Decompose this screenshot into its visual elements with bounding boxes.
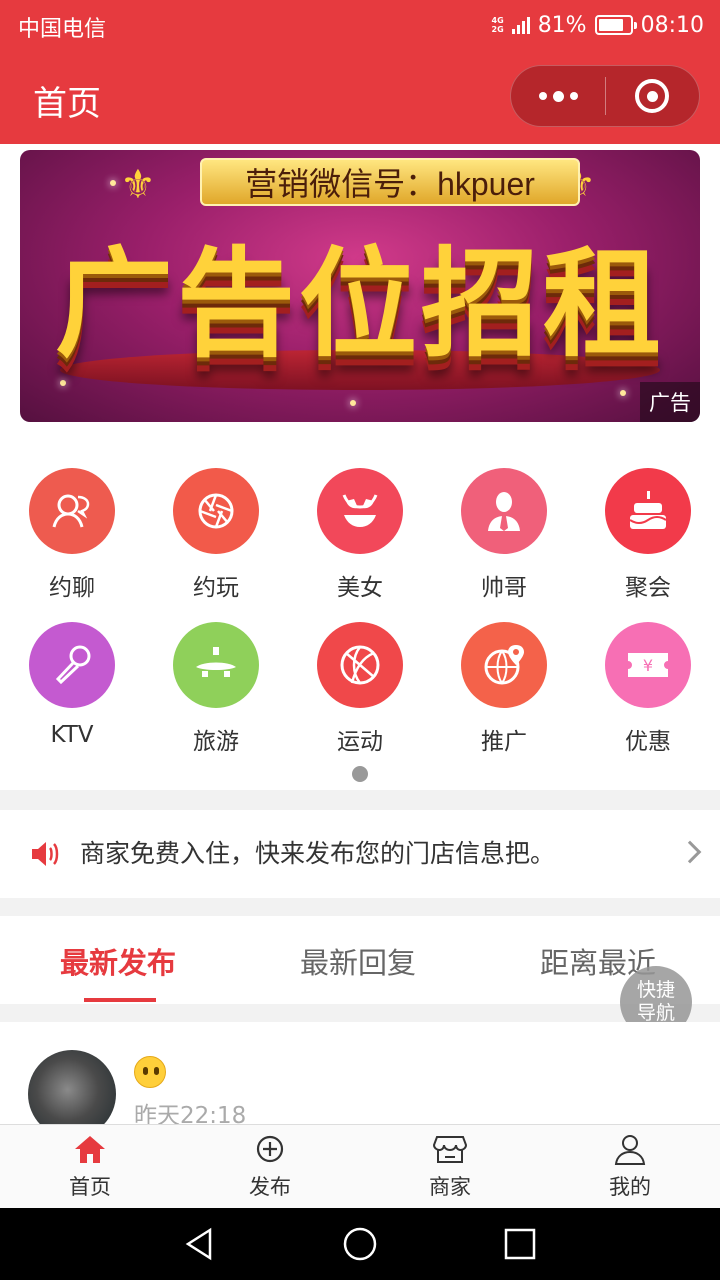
fleur-icon: ⚜ — [120, 162, 156, 208]
airplane-icon — [173, 622, 259, 708]
more-button[interactable] — [511, 66, 605, 126]
clock: 08:10 — [640, 12, 704, 38]
category-label: 运动 — [337, 729, 383, 755]
bikini-icon — [317, 468, 403, 554]
microphone-icon — [29, 622, 115, 708]
battery-percent: 81% — [537, 12, 587, 38]
category-item[interactable]: 旅游 — [144, 622, 288, 756]
notice-bar[interactable]: 商家免费入住，快来发布您的门店信息把。 — [0, 810, 720, 898]
close-mini-program-button[interactable] — [606, 66, 699, 126]
chat-person-icon — [29, 468, 115, 554]
mini-program-capsule — [510, 65, 700, 127]
ticket-yen-icon: ¥ — [605, 622, 691, 708]
category-item[interactable]: ¥ 优惠 — [576, 622, 720, 756]
signal-icon — [511, 16, 530, 34]
category-label: 约玩 — [193, 575, 239, 601]
user-icon — [614, 1135, 646, 1165]
target-icon — [635, 79, 670, 113]
page-indicator-dot[interactable] — [352, 766, 368, 782]
category-item[interactable]: 约聊 — [0, 468, 144, 602]
battery-icon — [594, 15, 637, 35]
banner-subtitle: 营销微信号：hkpuer — [200, 158, 580, 206]
category-item[interactable]: 运动 — [288, 622, 432, 756]
speaker-icon — [30, 840, 60, 872]
category-item[interactable]: 聚会 — [576, 468, 720, 602]
dot-icon — [569, 92, 578, 100]
bottom-tab-bar: 首页 发布 商家 我的 — [0, 1124, 720, 1208]
aperture-icon — [173, 468, 259, 554]
sparkle — [60, 380, 66, 386]
sparkle — [110, 180, 116, 186]
basketball-icon — [317, 622, 403, 708]
tab-latest[interactable]: 最新发布 — [60, 940, 176, 982]
back-icon[interactable] — [182, 1226, 218, 1262]
category-label: 旅游 — [193, 729, 239, 755]
category-item[interactable]: 推广 — [432, 622, 576, 756]
category-item[interactable]: 美女 — [288, 468, 432, 602]
status-bar: 中国电信 4G 2G 81% 08:10 — [0, 0, 720, 50]
home-icon — [75, 1136, 105, 1163]
ad-banner[interactable]: ⚜ ⚜ 营销微信号：hkpuer 广告位招租 广告 — [20, 150, 700, 422]
dot-icon — [552, 90, 564, 102]
category-grid: 约聊 约玩 美女 帅哥 聚会 KTV 旅游 运动 推广 ¥ 优惠 — [0, 440, 720, 790]
category-label: 推广 — [481, 729, 527, 755]
man-tie-icon — [461, 468, 547, 554]
tabbar-label: 商家 — [429, 1175, 471, 1199]
tabbar-home[interactable]: 首页 — [0, 1125, 180, 1209]
home-circle-icon[interactable] — [342, 1226, 378, 1262]
plus-circle-icon — [256, 1135, 284, 1163]
network-type: 4G 2G — [491, 16, 504, 34]
emoji-icon — [134, 1056, 166, 1088]
avatar[interactable] — [28, 1050, 116, 1124]
chevron-right-icon — [678, 840, 702, 864]
category-label: 优惠 — [625, 729, 671, 755]
ad-label: 广告 — [640, 382, 700, 422]
category-label: 聚会 — [625, 575, 671, 601]
status-indicators: 4G 2G 81% 08:10 — [492, 10, 704, 40]
page-title: 首页 — [33, 84, 101, 124]
tabbar-publish[interactable]: 发布 — [180, 1125, 360, 1209]
notice-text: 商家免费入住，快来发布您的门店信息把。 — [80, 839, 556, 868]
carrier-name: 中国电信 — [18, 17, 107, 42]
banner-headline: 广告位招租 — [54, 235, 665, 373]
android-nav-bar — [0, 1208, 720, 1280]
tab-replies[interactable]: 最新回复 — [300, 940, 416, 982]
nav-header: 首页 — [0, 50, 720, 144]
store-icon — [432, 1136, 468, 1163]
dot-icon — [538, 92, 547, 100]
tabbar-label: 首页 — [69, 1175, 111, 1199]
banner-section: ⚜ ⚜ 营销微信号：hkpuer 广告位招租 广告 — [0, 144, 720, 440]
tabbar-label: 我的 — [609, 1175, 651, 1199]
post-time: 昨天22:18 — [134, 1103, 247, 1124]
post-card[interactable]: 昨天22:18 — [0, 1022, 720, 1124]
tabbar-profile[interactable]: 我的 — [540, 1125, 720, 1209]
category-label: 约聊 — [49, 575, 95, 601]
category-label: KTV — [50, 722, 94, 748]
category-item[interactable]: KTV — [0, 622, 144, 748]
category-label: 帅哥 — [481, 575, 527, 601]
tabbar-merchant[interactable]: 商家 — [360, 1125, 540, 1209]
sparkle — [620, 390, 626, 396]
cake-icon — [605, 468, 691, 554]
category-item[interactable]: 约玩 — [144, 468, 288, 602]
globe-pin-icon — [461, 622, 547, 708]
recents-icon[interactable] — [502, 1226, 538, 1262]
active-tab-indicator — [84, 998, 156, 1002]
category-label: 美女 — [337, 575, 383, 601]
feed-tabs: 最新发布 最新回复 距离最近 — [0, 916, 720, 1004]
sparkle — [350, 400, 356, 406]
svg-text:¥: ¥ — [643, 656, 653, 675]
tabbar-label: 发布 — [249, 1175, 291, 1199]
category-item[interactable]: 帅哥 — [432, 468, 576, 602]
